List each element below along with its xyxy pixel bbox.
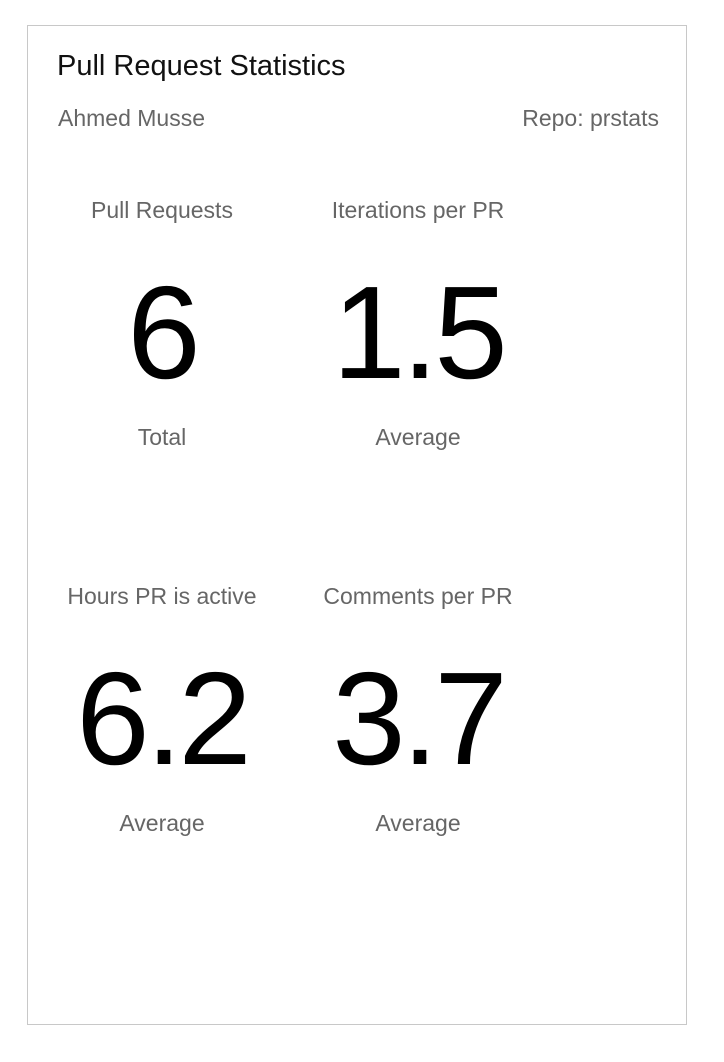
metric-label: Pull Requests bbox=[91, 197, 233, 223]
author-name: Ahmed Musse bbox=[58, 105, 206, 131]
metric-sublabel: Total bbox=[137, 424, 187, 450]
metric-hours-pr-active: Hours PR is active 6.2 Average bbox=[46, 582, 278, 837]
repo-name: Repo: prstats bbox=[522, 105, 659, 131]
metric-label: Comments per PR bbox=[323, 583, 513, 609]
metric-label: Hours PR is active bbox=[67, 583, 257, 609]
metric-iterations-per-pr: Iterations per PR 1.5 Average bbox=[302, 196, 534, 451]
metric-value: 1.5 bbox=[332, 259, 508, 406]
metric-value: 6.2 bbox=[76, 645, 252, 792]
metric-sublabel: Average bbox=[375, 424, 461, 450]
pr-statistics-widget: Pull Request Statistics Ahmed Musse Repo… bbox=[27, 25, 687, 1025]
metric-comments-per-pr: Comments per PR 3.7 Average bbox=[302, 582, 534, 837]
metric-sublabel: Average bbox=[119, 810, 205, 836]
widget-title: Pull Request Statistics bbox=[57, 50, 346, 82]
metric-pull-requests: Pull Requests 6 Total bbox=[46, 196, 278, 451]
metric-value: 3.7 bbox=[332, 645, 508, 792]
metric-value: 6 bbox=[127, 259, 200, 406]
metric-sublabel: Average bbox=[375, 810, 461, 836]
metric-label: Iterations per PR bbox=[331, 197, 505, 223]
